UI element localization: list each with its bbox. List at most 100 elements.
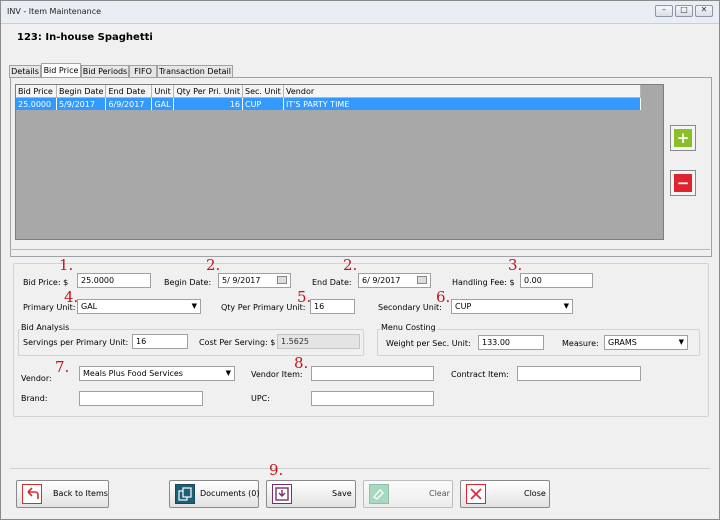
close-window-button[interactable]: ✕ [695, 5, 713, 17]
annotation-number: 2. [343, 256, 358, 274]
servings-label: Servings per Primary Unit: [23, 338, 129, 347]
menu-costing-label: Menu Costing [380, 323, 437, 332]
minimize-button[interactable]: – [655, 5, 673, 17]
cell-end-date[interactable]: 6/9/2017 [105, 97, 153, 110]
vendor-value: Meals Plus Food Services [83, 369, 183, 378]
annotation-number: 1. [59, 256, 74, 274]
maximize-button[interactable]: □ [675, 5, 693, 17]
plus-icon: + [674, 129, 692, 147]
back-to-items-button[interactable]: Back to Items [16, 480, 109, 508]
documents-label: Documents (0) [200, 489, 260, 498]
end-date-picker[interactable]: 6/ 9/2017 [358, 273, 431, 288]
back-to-items-label: Back to Items [53, 489, 108, 498]
column-header[interactable]: Unit [151, 85, 175, 98]
handling-fee-label: Handling Fee: $ [452, 278, 515, 287]
primary-unit-select[interactable]: GAL ▼ [77, 299, 201, 314]
table-row[interactable]: 25.0000 5/9/2017 6/9/2017 GAL 16 CUP IT'… [16, 97, 642, 110]
clear-label: Clear [429, 489, 450, 498]
cell-begin-date[interactable]: 5/9/2017 [56, 97, 107, 110]
calendar-icon[interactable] [277, 276, 287, 284]
measure-label: Measure: [562, 339, 599, 348]
documents-icon [175, 484, 195, 504]
cell-vendor[interactable]: IT'S PARTY TIME [283, 97, 642, 110]
secondary-unit-value: CUP [455, 302, 472, 311]
cell-qty[interactable]: 16 [173, 97, 244, 110]
annotation-number: 3. [508, 256, 523, 274]
cell-bid-price[interactable]: 25.0000 [16, 97, 57, 110]
cost-per-serving-value: 1.5625 [277, 334, 360, 349]
qty-per-primary-label: Qty Per Primary Unit: [221, 303, 306, 312]
primary-unit-value: GAL [81, 302, 98, 311]
column-header[interactable]: Begin Date [56, 85, 107, 98]
minus-icon: − [674, 174, 692, 192]
begin-date-picker[interactable]: 5/ 9/2017 [218, 273, 291, 288]
cell-unit[interactable]: GAL [151, 97, 175, 110]
documents-button[interactable]: Documents (0) [169, 480, 260, 508]
end-date-value: 6/ 9/2017 [362, 276, 401, 285]
close-button[interactable]: Close [460, 480, 550, 508]
weight-label: Weight per Sec. Unit: [386, 339, 471, 348]
close-label: Close [524, 489, 546, 498]
vendor-item-input[interactable] [311, 366, 434, 381]
measure-select[interactable]: GRAMS ▼ [604, 335, 688, 350]
close-x-icon [466, 484, 486, 504]
page-title: 123: In-house Spaghetti [17, 32, 153, 43]
save-icon [272, 484, 292, 504]
bid-price-input[interactable]: 25.0000 [77, 273, 151, 288]
begin-date-value: 5/ 9/2017 [222, 276, 261, 285]
contract-item-input[interactable] [517, 366, 641, 381]
chevron-down-icon: ▼ [563, 302, 569, 310]
secondary-unit-label: Secondary Unit: [378, 303, 442, 312]
handling-fee-input[interactable]: 0.00 [520, 273, 593, 288]
item-maintenance-window: INV - Item Maintenance – □ ✕ 123: In-hou… [0, 0, 720, 520]
weight-input[interactable]: 133.00 [478, 335, 544, 350]
cell-sec-unit[interactable]: CUP [242, 97, 285, 110]
cost-per-serving-label: Cost Per Serving: $ [199, 338, 276, 347]
upc-label: UPC: [251, 394, 270, 403]
column-header[interactable]: Sec. Unit [242, 85, 285, 98]
vendor-item-label: Vendor Item: [251, 370, 303, 379]
servings-input[interactable]: 16 [132, 334, 188, 349]
chevron-down-icon: ▼ [225, 369, 231, 377]
primary-unit-label: Primary Unit: [23, 303, 76, 312]
bid-analysis-label: Bid Analysis [20, 323, 71, 332]
annotation-number: 2. [206, 256, 221, 274]
save-label: Save [332, 489, 352, 498]
clear-button[interactable]: Clear [363, 480, 453, 508]
annotation-number: 7. [55, 358, 70, 376]
eraser-icon [369, 484, 389, 504]
annotation-number: 9. [269, 461, 284, 479]
upc-input[interactable] [311, 391, 434, 406]
measure-value: GRAMS [608, 338, 637, 347]
column-header[interactable]: End Date [105, 85, 153, 98]
bid-price-grid[interactable]: Bid Price Begin Date End Date Unit Qty P… [15, 84, 664, 240]
vendor-label: Vendor: [21, 374, 52, 383]
maximize-icon: □ [680, 5, 688, 14]
divider [10, 249, 710, 250]
calendar-icon[interactable] [417, 276, 427, 284]
save-button[interactable]: Save [266, 480, 356, 508]
begin-date-label: Begin Date: [164, 278, 212, 287]
chevron-down-icon: ▼ [191, 302, 197, 310]
tab-bid-price[interactable]: Bid Price [41, 63, 81, 78]
brand-input[interactable] [79, 391, 203, 406]
qty-per-primary-input[interactable]: 16 [310, 299, 355, 314]
minimize-icon: – [662, 5, 666, 14]
chevron-down-icon: ▼ [678, 338, 684, 346]
vendor-select[interactable]: Meals Plus Food Services ▼ [79, 366, 235, 381]
column-header[interactable]: Vendor [283, 85, 642, 98]
title-bar[interactable]: INV - Item Maintenance – □ ✕ [1, 1, 719, 24]
back-arrow-icon [22, 484, 42, 504]
secondary-unit-select[interactable]: CUP ▼ [451, 299, 573, 314]
remove-bid-button[interactable]: − [670, 170, 696, 196]
grid-header-row: Bid Price Begin Date End Date Unit Qty P… [16, 85, 642, 98]
column-header[interactable]: Qty Per Pri. Unit [173, 85, 244, 98]
add-bid-button[interactable]: + [670, 125, 696, 151]
divider [10, 468, 710, 469]
contract-item-label: Contract Item: [451, 370, 509, 379]
end-date-label: End Date: [312, 278, 352, 287]
column-header[interactable]: Bid Price [16, 85, 57, 98]
window-title: INV - Item Maintenance [7, 7, 102, 16]
close-icon: ✕ [700, 5, 708, 14]
bid-price-label: Bid Price: $ [23, 278, 69, 287]
